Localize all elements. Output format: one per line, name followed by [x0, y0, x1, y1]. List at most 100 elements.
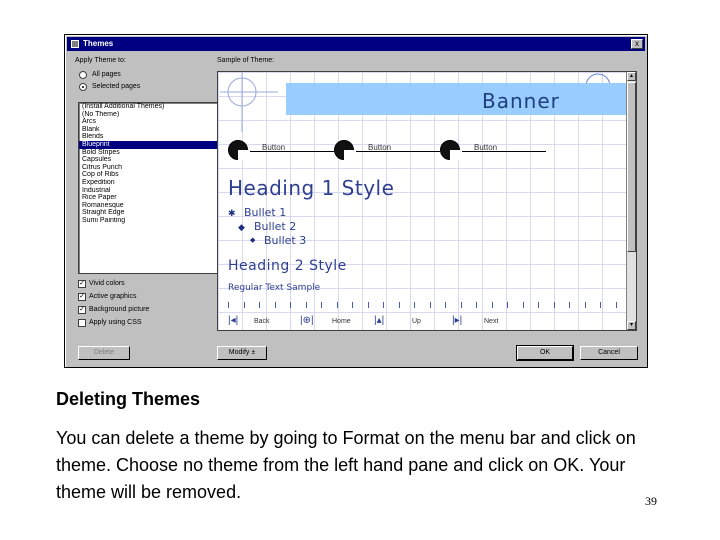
tick-mark [383, 302, 384, 308]
tick-mark [600, 302, 601, 308]
theme-list-item[interactable]: Citrus Punch [79, 164, 228, 172]
theme-list-item[interactable]: Blueprint [79, 140, 228, 149]
button-icon [440, 140, 460, 160]
active-graphics-checkbox[interactable]: ✓ [78, 293, 86, 301]
theme-list-item[interactable]: Capsules [79, 156, 228, 164]
apply-theme-label: Apply Theme to: [75, 57, 126, 64]
theme-list-item[interactable]: Sumi Painting [79, 217, 228, 225]
tick-mark [584, 302, 586, 308]
dialog-title: Themes [83, 39, 114, 48]
radio-selected-pages[interactable] [79, 83, 87, 91]
theme-list-item[interactable]: Expedition [79, 179, 228, 187]
delete-button[interactable]: Delete [78, 346, 130, 360]
tick-mark [553, 302, 555, 308]
scroll-down-arrow[interactable]: ▾ [627, 321, 636, 330]
tick-mark [259, 302, 260, 308]
tick-mark [398, 302, 400, 308]
scroll-thumb[interactable] [627, 82, 636, 252]
app-icon [71, 40, 79, 48]
tick-mark [352, 302, 353, 308]
vivid-colors-checkbox[interactable]: ✓ [78, 280, 86, 288]
tick-mark [460, 302, 462, 308]
caption-title: Deleting Themes [56, 389, 201, 409]
nav-home: Home [332, 318, 351, 325]
theme-preview: Banner Button Button Button Heading 1 St… [217, 71, 637, 331]
home-icon: |⊕| [300, 315, 314, 326]
tick-mark [615, 302, 617, 308]
theme-list-item[interactable]: Cop of Ribs [79, 171, 228, 179]
theme-list-item[interactable]: Industrial [79, 187, 228, 195]
tick-mark [336, 302, 338, 308]
nav-back: Back [254, 318, 270, 325]
button-icon [228, 140, 248, 160]
tick-mark [491, 302, 493, 308]
button-label: Button [474, 143, 498, 152]
tick-mark [321, 302, 322, 308]
bullet-3: Bullet 3 [264, 234, 307, 247]
tick-mark [290, 302, 291, 308]
preview-scrollbar[interactable]: ▴ ▾ [626, 72, 636, 330]
ok-button[interactable]: OK [516, 345, 574, 361]
tick-mark [228, 302, 229, 308]
theme-list-item[interactable]: Romanesque [79, 202, 228, 210]
button-label: Button [368, 143, 392, 152]
tick-mark [414, 302, 415, 308]
back-icon: |◂| [228, 315, 239, 326]
tick-mark [569, 302, 570, 308]
banner-bar: Banner [286, 83, 626, 115]
tick-mark [367, 302, 369, 308]
scroll-up-arrow[interactable]: ▴ [627, 72, 636, 81]
heading-1-sample: Heading 1 Style [228, 176, 395, 200]
tick-mark [274, 302, 276, 308]
tick-mark [429, 302, 431, 308]
bullet-1: Bullet 1 [244, 206, 287, 219]
banner-text: Banner [482, 89, 560, 113]
theme-list-item[interactable]: Blends [79, 133, 228, 141]
active-graphics-label: Active graphics [89, 293, 137, 300]
radio-all-pages-label: All pages [92, 71, 121, 78]
button-label: Button [262, 143, 286, 152]
theme-list-item[interactable]: Blank [79, 126, 228, 134]
theme-list-item[interactable]: Straight Edge [79, 209, 228, 217]
radio-selected-pages-label: Selected pages [92, 83, 141, 90]
tick-rule [228, 302, 628, 310]
apply-css-checkbox[interactable] [78, 319, 86, 327]
bullet-2: Bullet 2 [254, 220, 297, 233]
cancel-button[interactable]: Cancel [580, 346, 638, 360]
tick-mark [538, 302, 539, 308]
bullet-1-icon: ✱ [228, 208, 236, 218]
up-icon: |▴| [374, 315, 385, 326]
sample-label: Sample of Theme: [217, 57, 275, 64]
title-bar: Themes x [67, 37, 645, 51]
bullet-3-icon: ◆ [250, 237, 256, 244]
background-picture-label: Background picture [89, 306, 150, 313]
background-picture-checkbox[interactable]: ✓ [78, 306, 86, 314]
tick-mark [445, 302, 446, 308]
next-icon: |▸| [452, 315, 463, 326]
nav-next: Next [484, 318, 499, 325]
apply-css-label: Apply using CSS [89, 319, 142, 326]
page-number: 39 [645, 494, 657, 508]
caption-body: You can delete a theme by going to Forma… [56, 428, 636, 502]
tick-mark [243, 302, 245, 308]
radio-all-pages[interactable] [79, 71, 87, 79]
theme-list-item[interactable]: (Install Additional Themes) [79, 103, 228, 111]
modify-button[interactable]: Modify ± [217, 346, 267, 360]
theme-list[interactable]: (Install Additional Themes) (No Theme) Arc… [78, 102, 229, 274]
regular-text-sample: Regular Text Sample [228, 283, 321, 293]
heading-2-sample: Heading 2 Style [228, 258, 347, 274]
tick-mark [305, 302, 307, 308]
theme-list-item[interactable]: Bold Stripes [79, 149, 228, 157]
nav-up: Up [412, 318, 421, 325]
vivid-colors-label: Vivid colors [89, 280, 125, 287]
tick-mark [476, 302, 477, 308]
bullet-2-icon: ◆ [238, 222, 245, 232]
theme-list-item[interactable]: Arcs [79, 118, 228, 126]
themes-dialog: Themes x Apply Theme to: All pages Selec… [64, 34, 648, 368]
tick-mark [507, 302, 508, 308]
button-icon [334, 140, 354, 160]
tick-mark [522, 302, 524, 308]
theme-list-item[interactable]: Rice Paper [79, 194, 228, 202]
theme-list-item[interactable]: (No Theme) [79, 111, 228, 119]
close-button[interactable]: x [631, 39, 643, 49]
